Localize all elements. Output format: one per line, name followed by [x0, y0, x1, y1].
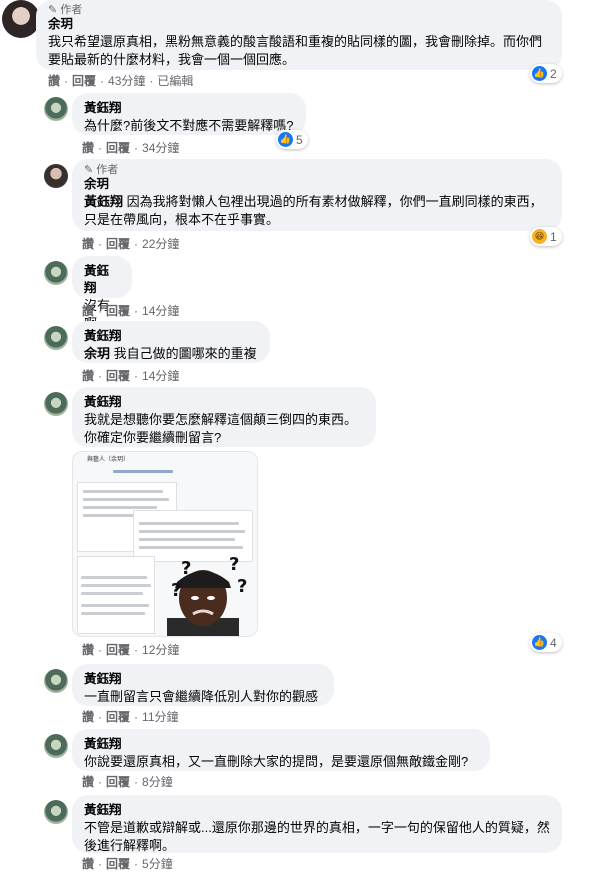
- comment-bubble: 黃鈺翔 你說要還原真相，又一直刪除大家的提問，是要還原個無敵鐵金剛?: [72, 729, 490, 771]
- like-button[interactable]: 讚: [82, 708, 94, 725]
- like-button[interactable]: 讚: [48, 72, 60, 89]
- avatar[interactable]: [44, 261, 68, 285]
- image-header: 與藝人（余玥）: [87, 457, 130, 463]
- reply-button[interactable]: 回覆: [106, 708, 130, 725]
- comment-bubble: 黃鈺翔 不管是道歉或辯解或...還原你那邊的世界的真相，一字一句的保留他人的質疑…: [72, 795, 562, 853]
- comment-text: 我只希望還原真相，黑粉無意義的酸言酸語和重複的貼同樣的圖，我會刪除掉。而你們要貼…: [48, 34, 543, 67]
- like-button[interactable]: 讚: [82, 855, 94, 872]
- comment-time[interactable]: 34分鐘: [142, 139, 179, 156]
- like-button[interactable]: 讚: [82, 367, 94, 384]
- reply-button[interactable]: 回覆: [106, 641, 130, 658]
- comment-author-name[interactable]: 黃鈺翔: [84, 328, 258, 345]
- comment-text: 一直刪留言只會繼續降低別人對你的觀感: [84, 689, 319, 704]
- avatar[interactable]: [44, 326, 68, 350]
- comment-text: 余玥 我自己做的圖哪來的重複: [84, 346, 257, 361]
- comment-author-name[interactable]: 黃鈺翔: [84, 671, 322, 688]
- reply-button[interactable]: 回覆: [106, 302, 130, 319]
- comment-bubble: 黃鈺翔 一直刪留言只會繼續降低別人對你的觀感: [72, 664, 334, 706]
- comment-bubble: 黃鈺翔 我就是想聽你要怎麼解釋這個顛三倒四的東西。 你確定你要繼續刪留言?: [72, 387, 376, 447]
- comment-actions: 讚 · 回覆 · 34分鐘: [82, 139, 180, 156]
- mention-link[interactable]: 黃鈺翔: [84, 194, 123, 209]
- comment-actions: 讚 · 回覆 · 12分鐘: [82, 641, 180, 658]
- comment-text: 不管是道歉或辯解或...還原你那邊的世界的真相，一字一句的保留他人的質疑，然後進…: [84, 820, 550, 853]
- comment-time[interactable]: 5分鐘: [142, 855, 173, 872]
- edited-label: 已編輯: [157, 74, 194, 88]
- comment-author-name[interactable]: 黃鈺翔: [84, 802, 550, 819]
- reply-button[interactable]: 回覆: [106, 139, 130, 156]
- comment-actions: 讚 · 回覆 · 8分鐘: [82, 773, 173, 790]
- comment-actions: 讚 · 回覆 · 14分鐘: [82, 302, 180, 319]
- comment-author-name[interactable]: 余玥: [84, 176, 550, 193]
- like-icon: 👍: [532, 66, 547, 81]
- comment-time[interactable]: 43分鐘: [108, 72, 145, 89]
- comment-image[interactable]: 與藝人（余玥） ? ? ? ?: [72, 451, 258, 637]
- comment-time[interactable]: 22分鐘: [142, 235, 179, 252]
- avatar[interactable]: [44, 97, 68, 121]
- comment-bubble: 黃鈺翔 余玥 我自己做的圖哪來的重複: [72, 321, 270, 363]
- pencil-icon: ✎: [84, 163, 94, 176]
- comment-text: 為什麼?前後文不對應不需要解釋嗎?: [84, 118, 294, 133]
- reaction-count[interactable]: 😆 1: [530, 227, 562, 246]
- comment-text: 黃鈺翔 因為我將對懶人包裡出現過的所有素材做解釋，你們一直刷同樣的東西，只是在帶…: [84, 194, 543, 227]
- reaction-count[interactable]: 👍 4: [530, 633, 562, 652]
- reply-button[interactable]: 回覆: [106, 367, 130, 384]
- reply-button[interactable]: 回覆: [106, 773, 130, 790]
- comment-text: 我就是想聽你要怎麼解釋這個顛三倒四的東西。 你確定你要繼續刪留言?: [84, 412, 358, 445]
- avatar[interactable]: [44, 392, 68, 416]
- comment-bubble: ✎ 作者 余玥 我只希望還原真相，黑粉無意義的酸言酸語和重複的貼同樣的圖，我會刪…: [36, 0, 562, 70]
- comment-time[interactable]: 11分鐘: [142, 708, 178, 725]
- like-button[interactable]: 讚: [82, 641, 94, 658]
- like-button[interactable]: 讚: [82, 773, 94, 790]
- comment-time[interactable]: 12分鐘: [142, 641, 179, 658]
- reaction-count[interactable]: 👍 5: [276, 130, 308, 149]
- comment-time[interactable]: 14分鐘: [142, 367, 179, 384]
- author-badge: ✎ 作者: [84, 163, 119, 177]
- reply-button[interactable]: 回覆: [106, 235, 130, 252]
- comment-actions: 讚 · 回覆 · 22分鐘: [82, 235, 180, 252]
- avatar[interactable]: [44, 164, 68, 188]
- comment-time[interactable]: 8分鐘: [142, 773, 173, 790]
- reply-button[interactable]: 回覆: [72, 72, 96, 89]
- comment-author-name[interactable]: 黃鈺翔: [84, 736, 478, 753]
- haha-icon: 😆: [532, 229, 547, 244]
- comment-actions: 讚 · 回覆 · 11分鐘: [82, 708, 179, 725]
- author-badge: ✎ 作者: [48, 3, 83, 17]
- reaction-count[interactable]: 👍 2: [530, 64, 562, 83]
- comment-author-name[interactable]: 黃鈺翔: [84, 263, 120, 297]
- avatar[interactable]: [2, 0, 40, 38]
- reply-button[interactable]: 回覆: [106, 855, 130, 872]
- comment-author-name[interactable]: 黃鈺翔: [84, 100, 294, 117]
- avatar[interactable]: [44, 734, 68, 758]
- pencil-icon: ✎: [48, 3, 58, 16]
- like-icon: 👍: [532, 635, 547, 650]
- comment-bubble: 黃鈺翔 沒有啊: [72, 256, 132, 331]
- like-button[interactable]: 讚: [82, 235, 94, 252]
- avatar[interactable]: [44, 669, 68, 693]
- comment-author-name[interactable]: 黃鈺翔: [84, 394, 364, 411]
- like-button[interactable]: 讚: [82, 302, 94, 319]
- comment-actions: 讚 · 回覆 · 43分鐘 · 已編輯: [48, 72, 194, 89]
- comment-bubble: 黃鈺翔 為什麼?前後文不對應不需要解釋嗎?: [72, 93, 306, 135]
- comment-author-name[interactable]: 余玥: [48, 16, 550, 33]
- comment-text: 你說要還原真相，又一直刪除大家的提問，是要還原個無敵鐵金剛?: [84, 754, 469, 769]
- comment-actions: 讚 · 回覆 · 14分鐘: [82, 367, 180, 384]
- comment-time[interactable]: 14分鐘: [142, 302, 179, 319]
- comment-bubble: ✎ 作者 余玥 黃鈺翔 因為我將對懶人包裡出現過的所有素材做解釋，你們一直刷同樣…: [72, 159, 562, 231]
- mention-link[interactable]: 余玥: [84, 346, 110, 361]
- like-icon: 👍: [278, 132, 293, 147]
- comment-actions: 讚 · 回覆 · 5分鐘: [82, 855, 173, 872]
- like-button[interactable]: 讚: [82, 139, 94, 156]
- avatar[interactable]: [44, 800, 68, 824]
